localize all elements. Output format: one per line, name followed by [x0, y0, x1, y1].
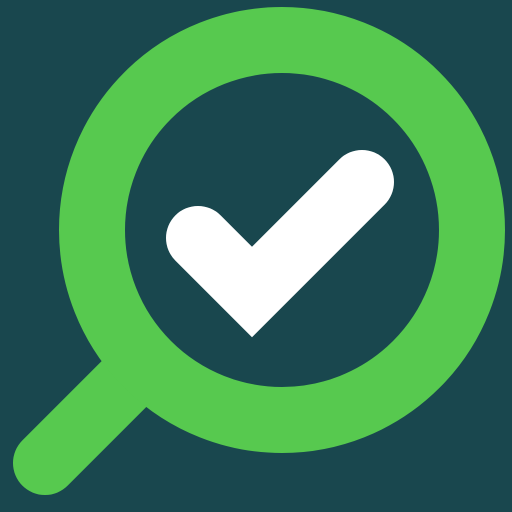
- search-check-icon: [0, 0, 512, 512]
- app-icon-canvas: [0, 0, 512, 512]
